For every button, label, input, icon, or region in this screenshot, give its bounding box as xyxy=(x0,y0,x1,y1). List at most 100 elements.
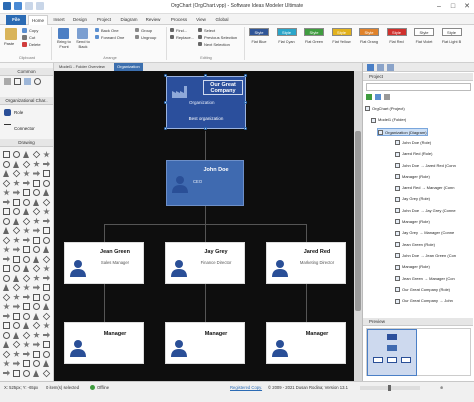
connector-line[interactable] xyxy=(104,224,105,242)
tab-file[interactable]: File xyxy=(6,15,26,25)
drawing-shape-tool-icon[interactable] xyxy=(32,150,41,159)
connector-line[interactable] xyxy=(205,284,206,322)
drawing-shape-tool-icon[interactable] xyxy=(23,303,30,310)
tree-item[interactable]: Jay Grey (Role) xyxy=(395,195,430,203)
delete-button[interactable]: Delete xyxy=(29,42,41,47)
drawing-shape-tool-icon[interactable] xyxy=(22,217,31,225)
pointer-tool-icon[interactable] xyxy=(4,78,11,85)
drawing-shape-tool-icon[interactable] xyxy=(43,208,50,215)
tree-item[interactable]: Jay Grey → Manager (Conne xyxy=(395,229,454,237)
minimize-icon[interactable]: – xyxy=(432,1,446,12)
drawing-shape-tool-icon[interactable] xyxy=(13,208,20,215)
ungroup-button[interactable]: Ungroup xyxy=(141,35,156,40)
company-name[interactable]: Our Great Company xyxy=(203,80,243,95)
bring-to-front-button[interactable]: Bring to Front xyxy=(55,39,73,49)
drawing-shape-tool-icon[interactable] xyxy=(43,275,50,281)
rectangle-tool-icon[interactable] xyxy=(14,78,21,85)
properties-icon[interactable] xyxy=(367,64,374,71)
tab-view[interactable]: View xyxy=(193,15,209,25)
tree-item[interactable]: Jean Green (Role) xyxy=(395,241,435,249)
next-selection-button[interactable]: Next Selection xyxy=(204,42,230,47)
drawing-shape-tool-icon[interactable] xyxy=(13,350,20,357)
drawing-shape-tool-icon[interactable] xyxy=(32,207,41,216)
maximize-icon[interactable]: □ xyxy=(446,1,460,12)
drawing-shape-tool-icon[interactable] xyxy=(43,341,50,348)
drawing-shape-tool-icon[interactable] xyxy=(23,360,30,367)
drawing-shape-tool-icon[interactable] xyxy=(3,208,10,215)
tree-item[interactable]: Manager (Role) xyxy=(395,218,430,226)
cut-button[interactable]: Cut xyxy=(29,35,35,40)
drawing-shape-tool-icon[interactable] xyxy=(2,179,11,187)
tree-item[interactable]: Model1 (Folder) xyxy=(371,116,406,124)
back-one-button[interactable]: Back One xyxy=(101,28,119,33)
drawing-shape-tool-icon[interactable] xyxy=(43,161,50,167)
resize-handle[interactable] xyxy=(243,100,247,104)
drawing-shape-tool-icon[interactable] xyxy=(23,351,30,357)
vertical-scrollbar[interactable] xyxy=(354,71,362,381)
drawing-shape-tool-icon[interactable] xyxy=(12,340,21,349)
drawing-shape-tool-icon[interactable] xyxy=(33,303,40,310)
send-to-back-icon[interactable] xyxy=(77,28,88,39)
drawing-shape-tool-icon[interactable] xyxy=(13,198,20,206)
drawing-shape-tool-icon[interactable] xyxy=(2,350,11,358)
resize-handle[interactable] xyxy=(203,73,207,77)
drawing-shape-tool-icon[interactable] xyxy=(22,160,31,168)
drawing-shape-tool-icon[interactable] xyxy=(33,284,40,291)
zoom-slider-thumb[interactable] xyxy=(388,385,391,391)
org-node-director[interactable]: Jared Red Marketing Director xyxy=(266,242,346,284)
project-header[interactable]: Project xyxy=(363,73,473,81)
drawing-shape-tool-icon[interactable] xyxy=(42,369,51,377)
tree-item[interactable]: Jean Green → Manager (Con xyxy=(395,275,455,283)
drawing-shape-tool-icon[interactable] xyxy=(32,264,41,273)
drawing-shape-tool-icon[interactable] xyxy=(3,217,10,225)
drawing-shape-tool-icon[interactable] xyxy=(23,246,30,253)
drawing-shape-tool-icon[interactable] xyxy=(23,227,30,234)
drawing-shape-tool-icon[interactable] xyxy=(23,180,30,186)
drawing-shape-tool-icon[interactable] xyxy=(13,312,20,320)
drawing-shape-tool-icon[interactable] xyxy=(43,284,50,291)
drawing-shape-tool-icon[interactable] xyxy=(33,198,39,206)
resize-handle[interactable] xyxy=(163,100,167,104)
paste-icon[interactable] xyxy=(5,28,17,40)
preview-thumbnail[interactable] xyxy=(366,328,471,376)
drawing-shape-tool-icon[interactable] xyxy=(13,217,19,225)
connector-line[interactable] xyxy=(205,206,206,224)
drawing-shape-tool-icon[interactable] xyxy=(23,294,30,300)
drawing-shape-tool-icon[interactable] xyxy=(32,321,41,330)
doc-tab-organization[interactable]: Organization xyxy=(114,63,143,71)
toolbox-org-header[interactable]: Organizational Char.. xyxy=(0,97,53,105)
drawing-shape-tool-icon[interactable] xyxy=(33,331,40,338)
send-to-back-button[interactable]: Send to Back xyxy=(74,39,92,49)
text-tool-icon[interactable] xyxy=(24,78,31,85)
tree-item[interactable]: Jared Red (Role) xyxy=(395,150,432,158)
drawing-shape-tool-icon[interactable] xyxy=(33,255,39,263)
drawing-shape-tool-icon[interactable] xyxy=(13,360,20,367)
drawing-shape-tool-icon[interactable] xyxy=(3,274,10,282)
drawing-shape-tool-icon[interactable] xyxy=(33,293,40,301)
drawing-shape-tool-icon[interactable] xyxy=(13,189,20,196)
drawing-shape-tool-icon[interactable] xyxy=(33,246,40,253)
drawing-shape-tool-icon[interactable] xyxy=(42,312,51,320)
style-swatch[interactable]: Style xyxy=(276,28,297,36)
drawing-shape-tool-icon[interactable] xyxy=(43,303,49,310)
connector-line[interactable] xyxy=(205,131,206,161)
add-icon[interactable] xyxy=(366,94,372,100)
drawing-shape-tool-icon[interactable] xyxy=(43,218,50,224)
paste-button[interactable]: Paste xyxy=(4,41,14,46)
preview-header[interactable]: Preview xyxy=(363,318,473,326)
tree-item[interactable]: John Doe → Jean Green (Con xyxy=(395,252,456,260)
resize-handle[interactable] xyxy=(163,126,167,130)
previous-selection-button[interactable]: Previous Selection xyxy=(204,35,237,40)
drawing-shape-tool-icon[interactable] xyxy=(33,217,40,224)
drawing-shape-tool-icon[interactable] xyxy=(23,189,30,196)
drawing-shape-tool-icon[interactable] xyxy=(42,198,51,206)
drawing-shape-tool-icon[interactable] xyxy=(43,189,49,196)
drawing-shape-tool-icon[interactable] xyxy=(33,369,39,377)
connector-line[interactable] xyxy=(306,284,307,322)
drawing-shape-tool-icon[interactable] xyxy=(13,151,20,158)
drawing-shape-tool-icon[interactable] xyxy=(3,370,10,376)
drawing-shape-tool-icon[interactable] xyxy=(3,256,10,262)
select-button[interactable]: Select xyxy=(204,28,215,33)
tree-item[interactable]: John Doe → Jared Red (Conn xyxy=(395,162,456,170)
drawing-shape-tool-icon[interactable] xyxy=(43,322,50,329)
